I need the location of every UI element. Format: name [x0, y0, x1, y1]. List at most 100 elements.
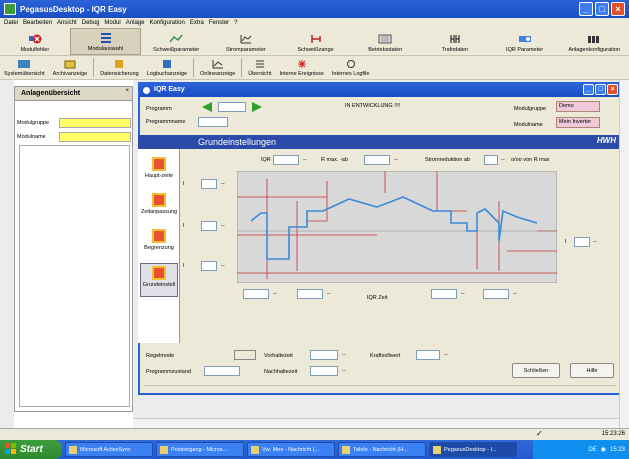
i-field-1[interactable] — [201, 179, 217, 189]
sidebar-item-zeitanpassung[interactable]: Zeitanpassung — [140, 193, 178, 215]
network-icon[interactable]: ◉ — [601, 446, 606, 453]
workspace-vscroll[interactable] — [619, 80, 629, 428]
kraftsollwert-field[interactable] — [416, 350, 440, 360]
programmname-field[interactable] — [198, 117, 228, 127]
programm-field[interactable] — [218, 102, 246, 112]
tool-archivanzeige[interactable]: Archivanzeige — [49, 56, 92, 79]
menu-modul[interactable]: Modul — [104, 20, 120, 26]
iqr-easy-dialog: IQR Easy _ □ × Programm Programmname IN … — [138, 82, 622, 395]
sidebar-item-begrenzung[interactable]: Begrenzung — [140, 229, 178, 251]
time-field-3[interactable] — [431, 289, 457, 299]
grundeinstell-icon — [152, 266, 166, 280]
sidebar-item-hauptzeite[interactable]: Haupt-zeite — [140, 157, 178, 179]
status-clock: 15:23:26 — [601, 431, 625, 437]
help-button[interactable]: Hilfe — [570, 363, 614, 378]
current-params-icon — [240, 35, 252, 44]
minimize-button[interactable]: _ — [579, 2, 593, 16]
menu-bar: Datei Bearbeiten Ansicht Debug Modul Anl… — [0, 18, 629, 28]
iqr-field[interactable] — [273, 155, 299, 165]
menu-ansicht[interactable]: Ansicht — [57, 20, 77, 26]
tray-clock[interactable]: 15:23 — [610, 447, 625, 453]
task-pegasus[interactable]: PegasusDesktop - I... — [429, 442, 517, 457]
menu-datei[interactable]: Datei — [4, 20, 18, 26]
begrenzung-icon — [152, 229, 166, 243]
modulname-label: Modulname — [17, 134, 46, 140]
iqr-diagram — [237, 171, 557, 283]
task-posteingang[interactable]: Posteingang - Micros... — [156, 442, 244, 457]
time-field-1[interactable] — [243, 289, 269, 299]
tool-iqr-parameter[interactable]: IQR Parameter — [490, 28, 560, 55]
tool-uebersicht[interactable]: Übersicht — [244, 56, 275, 79]
windows-logo-icon — [5, 443, 16, 454]
tool-anlagenkonfiguration[interactable]: Anlagenkonfiguration — [559, 28, 629, 55]
close-button[interactable]: × — [611, 2, 625, 16]
task-nachricht-2[interactable]: Tafeln - Nachricht (H... — [338, 442, 426, 457]
regelmode-select[interactable] — [234, 350, 256, 360]
modulgruppe-field[interactable] — [59, 118, 131, 128]
overview-icon — [255, 60, 264, 68]
i-field-right[interactable] — [574, 237, 590, 247]
tool-interne-ereignisse[interactable]: Interne Ereignisse — [276, 56, 328, 79]
dialog-maximize-button[interactable]: □ — [595, 84, 606, 95]
tool-systemuebersicht[interactable]: Systemübersicht — [0, 56, 49, 79]
time-field-4[interactable] — [483, 289, 509, 299]
tool-logbuchanzeige[interactable]: Logbuchanzeige — [143, 56, 191, 79]
programmzustand-label: Programmzustand — [146, 369, 191, 375]
maximize-button[interactable]: □ — [595, 2, 609, 16]
hauptzeite-icon — [152, 157, 166, 171]
time-field-2[interactable] — [297, 289, 323, 299]
menu-konfiguration[interactable]: Konfiguration — [149, 20, 184, 26]
programm-label: Programm — [146, 106, 172, 112]
module-tree[interactable] — [19, 145, 130, 407]
app-title: PegasusDesktop - IQR Easy — [20, 4, 127, 14]
tool-stromparameter[interactable]: Stromparameter — [211, 28, 281, 55]
tool-internes-logfile[interactable]: Internes Logfile — [328, 56, 374, 79]
stromreduktion-label: Stromreduktion ab — [425, 157, 470, 163]
dialog-minimize-button[interactable]: _ — [583, 84, 594, 95]
programmzustand-field[interactable] — [204, 366, 240, 376]
diagram-area: IQR -- R max. -ab -- Stromreduktion ab -… — [181, 149, 620, 343]
prev-program-icon[interactable] — [200, 101, 214, 113]
task-activesync[interactable]: Microsoft ActiveSync — [65, 442, 153, 457]
iqr-params-icon — [518, 36, 531, 42]
menu-anlage[interactable]: Anlage — [126, 20, 145, 26]
tool-onlineanzeige[interactable]: Onlineanzeige — [196, 56, 239, 79]
promille-label: o/oo von R max — [511, 157, 550, 163]
menu-debug[interactable]: Debug — [82, 20, 100, 26]
sidebar-item-grundeinstell[interactable]: Grundeinstell — [140, 263, 178, 297]
rmax-field[interactable] — [364, 155, 390, 165]
anlagenuebersicht-panel: Anlagenübersicht × Modulgruppe Modulname — [14, 86, 133, 412]
online-display-icon — [212, 60, 223, 69]
i-field-3[interactable] — [201, 261, 217, 271]
menu-fenster[interactable]: Fenster — [209, 20, 229, 26]
modulname-field[interactable] — [59, 132, 131, 142]
tool-betriebsdaten[interactable]: Betriebsdaten — [350, 28, 420, 55]
tool-schweisszange[interactable]: Schweißzange — [281, 28, 351, 55]
start-button[interactable]: Start — [0, 440, 62, 459]
i-label-right: I — [565, 239, 567, 245]
mail-icon — [251, 446, 259, 454]
vorhaltezeit-field[interactable] — [310, 350, 338, 360]
nachhaltezeit-field[interactable] — [310, 366, 338, 376]
pegasus-icon — [433, 446, 441, 454]
tool-datensicherung[interactable]: Datensicherung — [96, 56, 143, 79]
nachhaltezeit-label: Nachhaltezeit — [264, 369, 298, 375]
language-indicator[interactable]: DE — [588, 447, 596, 453]
tool-schweissparameter[interactable]: Schweißparameter — [141, 28, 211, 55]
workspace-hscroll[interactable] — [133, 418, 619, 428]
close-dialog-button[interactable]: Schließen — [512, 363, 560, 378]
tool-trafodaten[interactable]: Trafodaten — [420, 28, 490, 55]
menu-bearbeiten[interactable]: Bearbeiten — [23, 20, 52, 26]
panel-close-icon[interactable]: × — [125, 88, 129, 94]
menu-help[interactable]: ? — [234, 20, 237, 26]
stromreduktion-field[interactable] — [484, 155, 498, 165]
task-nachricht-1[interactable]: Vw: Mex - Nachricht (... — [247, 442, 335, 457]
i-field-2[interactable] — [201, 221, 217, 231]
tool-modulauswahl[interactable]: Modulauswahl — [69, 28, 142, 55]
dialog-close-button[interactable]: × — [607, 84, 618, 95]
next-program-icon[interactable] — [250, 101, 264, 113]
brand-logo: HWH — [596, 136, 616, 145]
rmax-label: R max. -ab — [321, 157, 348, 163]
tool-modulfehler[interactable]: Modulfehler — [0, 28, 70, 55]
menu-extra[interactable]: Extra — [190, 20, 204, 26]
